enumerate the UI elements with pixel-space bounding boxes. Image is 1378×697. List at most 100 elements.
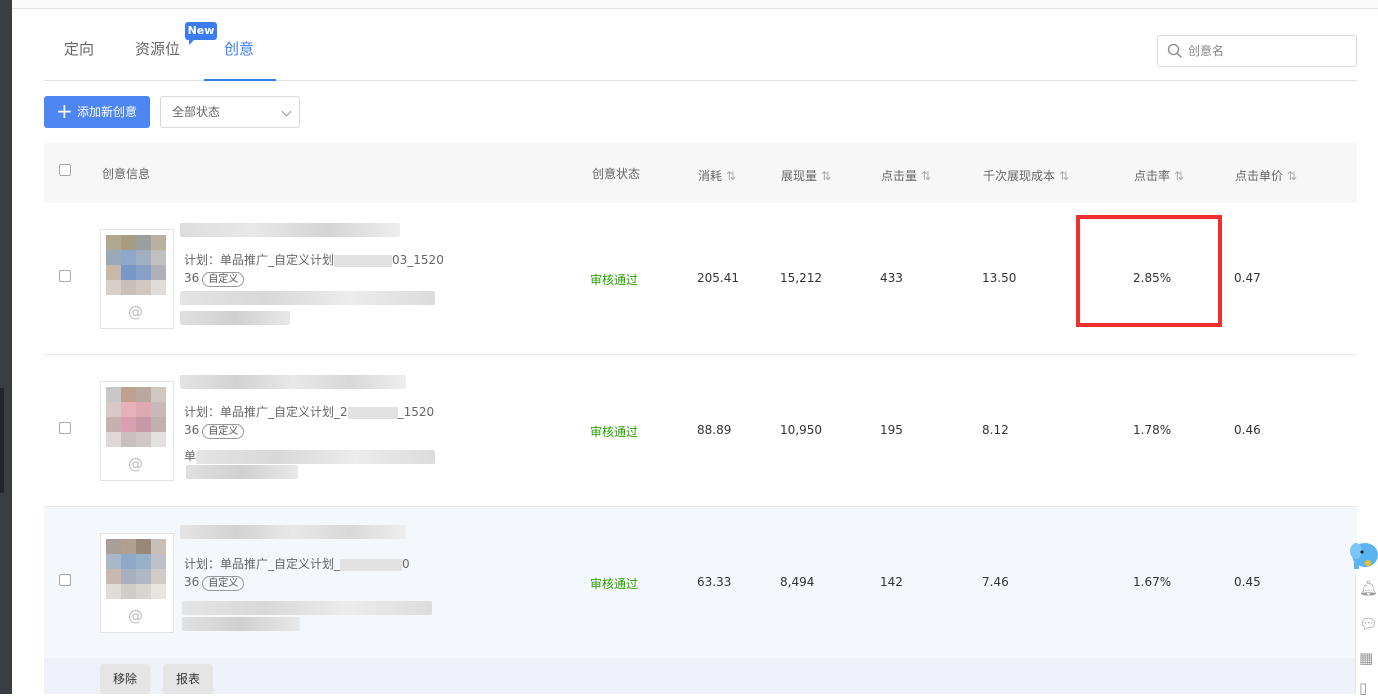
redacted-text <box>182 601 432 615</box>
creative-thumbnail[interactable]: @ <box>100 229 174 329</box>
header-cpm-label: 千次展现成本 <box>983 169 1056 183</box>
add-creative-button[interactable]: + 添加新创意 <box>44 96 150 128</box>
top-strip <box>12 0 1378 9</box>
plan-id-suffix: 36 <box>184 423 200 437</box>
ctr-value: 1.67% <box>1133 575 1172 589</box>
sort-icon: ⇅ <box>921 169 932 183</box>
header-impressions[interactable]: 展现量 ⇅ <box>781 167 831 184</box>
table-header: 创意信息 创意状态 消耗 ⇅ 展现量 ⇅ 点击量 ⇅ 千次展现成本 ⇅ 点击率 ⇅ 点击单… <box>44 143 1357 203</box>
status-filter-select[interactable]: 全部状态 <box>160 96 300 128</box>
select-all-checkbox[interactable] <box>59 164 71 176</box>
report-button[interactable]: 报表 <box>163 664 213 694</box>
clicks-value: 142 <box>880 575 903 589</box>
blurred-image <box>106 539 166 599</box>
custom-tag: 自定义 <box>202 424 245 439</box>
redacted-text <box>347 406 398 419</box>
header-cpc[interactable]: 点击单价 ⇅ <box>1235 167 1297 184</box>
cpc-value: 0.47 <box>1234 271 1261 285</box>
new-badge: New <box>185 22 217 45</box>
row-checkbox[interactable] <box>59 270 71 282</box>
header-creative-status: 创意状态 <box>592 167 641 181</box>
header-creative-info: 创意信息 <box>102 167 151 181</box>
plan-name-tail: 03_1520 <box>392 253 444 267</box>
redacted-text <box>186 465 298 479</box>
header-clicks[interactable]: 点击量 ⇅ <box>881 167 931 184</box>
cpc-value: 0.46 <box>1234 423 1261 437</box>
creative-thumbnail[interactable]: @ <box>100 533 174 633</box>
row-checkbox[interactable] <box>59 574 71 586</box>
sort-icon: ⇅ <box>1287 169 1298 183</box>
status-approved: 审核通过 <box>590 577 639 591</box>
blurred-image <box>106 235 166 295</box>
cost-value: 63.33 <box>697 575 732 589</box>
row-checkbox[interactable] <box>59 422 71 434</box>
plan-info: 计划：单品推广_自定义计划_ 0 36 自定义 <box>184 555 410 591</box>
add-creative-label: 添加新创意 <box>77 105 138 119</box>
custom-tag: 自定义 <box>202 272 245 287</box>
cpm-value: 13.50 <box>982 271 1017 285</box>
qr-code-icon[interactable]: ▦ <box>1359 649 1373 667</box>
redacted-text <box>182 617 300 631</box>
impressions-value: 15,212 <box>780 271 822 285</box>
plan-name: 计划：单品推广_自定义计划_ <box>184 557 341 571</box>
status-approved: 审核通过 <box>590 425 639 439</box>
tab-resource-slot[interactable]: 资源位 <box>135 38 180 59</box>
plus-icon: + <box>56 99 73 123</box>
chat-icon[interactable]: 💬︎ <box>1359 615 1378 633</box>
redacted-text <box>196 450 435 464</box>
bulk-action-bar: 移除 报表 <box>44 658 1357 694</box>
active-tab-indicator <box>204 79 276 81</box>
header-clicks-label: 点击量 <box>881 169 918 183</box>
cpm-value: 7.46 <box>982 575 1009 589</box>
document-icon[interactable]: ▯ <box>1359 679 1367 697</box>
sort-icon: ⇅ <box>1174 169 1185 183</box>
redacted-title <box>180 223 400 237</box>
header-cpc-label: 点击单价 <box>1235 169 1284 183</box>
plan-name: 计划：单品推广_自定义计划_2 <box>184 405 348 419</box>
search-box[interactable] <box>1157 35 1357 67</box>
tab-targeting[interactable]: 定向 <box>64 38 94 59</box>
table-row: @ 计划：单品推广_自定义计划_2 _1520 36 自定义 单 审核通过 88.8… <box>44 355 1357 507</box>
plan-info: 计划：单品推广_自定义计划_2 _1520 36 自定义 <box>184 403 434 439</box>
impressions-value: 8,494 <box>780 575 815 589</box>
status-filter-value: 全部状态 <box>172 105 221 119</box>
annotation-highlight-box <box>1076 215 1222 327</box>
cpm-value: 8.12 <box>982 423 1009 437</box>
status-approved: 审核通过 <box>590 273 639 287</box>
plan-id-suffix: 36 <box>184 575 200 589</box>
cost-value: 205.41 <box>697 271 739 285</box>
redacted-text <box>180 291 435 305</box>
item-prefix: 单 <box>184 449 197 463</box>
table-row: @ 计划：单品推广_自定义计划_ 0 36 自定义 审核通过 63.33 8,494… <box>44 507 1357 659</box>
floating-tool-panel: 🔔︎ 💬︎ ▦ ▯ <box>1355 575 1378 697</box>
header-ctr[interactable]: 点击率 ⇅ <box>1134 167 1184 184</box>
clicks-value: 195 <box>880 423 903 437</box>
plan-name: 计划：单品推广_自定义计划 <box>184 253 335 267</box>
search-input[interactable] <box>1188 40 1348 62</box>
search-icon <box>1167 43 1182 58</box>
redacted-title <box>180 525 406 539</box>
at-icon: @ <box>128 455 143 473</box>
sidebar-handle[interactable] <box>0 388 4 493</box>
plan-name-tail: 0 <box>402 557 410 571</box>
creative-thumbnail[interactable]: @ <box>100 381 174 481</box>
sort-icon: ⇅ <box>821 169 832 183</box>
plan-name-tail: _1520 <box>397 405 435 419</box>
redacted-text <box>340 558 403 571</box>
bell-icon[interactable]: 🔔︎ <box>1359 579 1378 597</box>
elephant-mascot-icon[interactable] <box>1348 537 1378 573</box>
header-ctr-label: 点击率 <box>1134 169 1171 183</box>
redacted-text <box>334 254 393 267</box>
chevron-down-icon <box>281 106 292 117</box>
left-sidebar-rail <box>0 0 12 694</box>
impressions-value: 10,950 <box>780 423 822 437</box>
at-icon: @ <box>128 607 143 625</box>
remove-button[interactable]: 移除 <box>100 664 150 694</box>
tab-creative[interactable]: 创意 <box>224 38 254 59</box>
sort-icon: ⇅ <box>1059 169 1070 183</box>
header-cpm[interactable]: 千次展现成本 ⇅ <box>983 167 1069 184</box>
plan-info: 计划：单品推广_自定义计划 03_1520 36 自定义 <box>184 251 444 287</box>
custom-tag: 自定义 <box>202 576 245 591</box>
header-cost[interactable]: 消耗 ⇅ <box>698 167 736 184</box>
header-cost-label: 消耗 <box>698 169 723 183</box>
